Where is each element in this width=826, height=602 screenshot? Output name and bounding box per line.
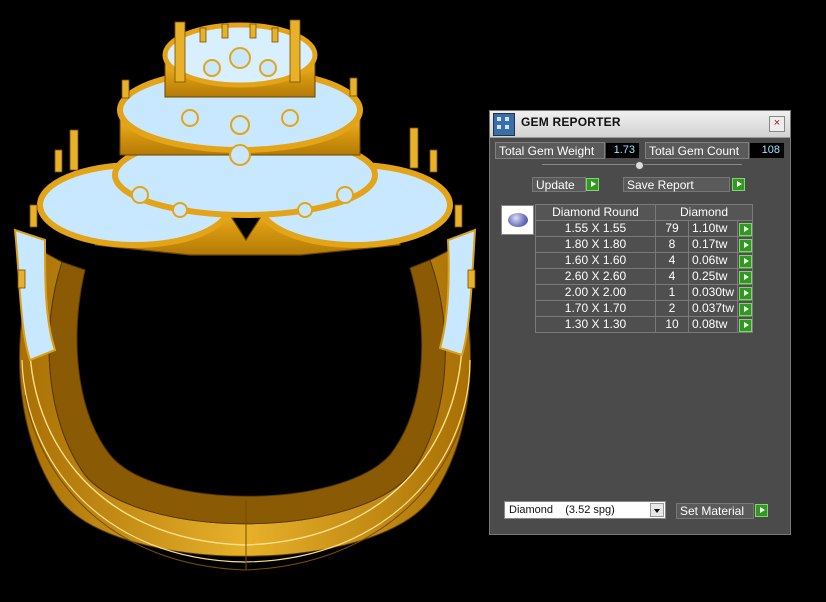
row-play-icon[interactable]: [739, 254, 753, 268]
close-icon[interactable]: ×: [769, 116, 785, 132]
total-gem-weight-value: 1.73: [606, 143, 639, 158]
panel-title: GEM REPORTER: [521, 115, 621, 129]
slider-knob[interactable]: [635, 161, 644, 170]
chevron-down-icon[interactable]: [650, 503, 664, 517]
gem-weight: 0.08tw: [687, 316, 739, 333]
gem-weight: 0.25tw: [687, 268, 739, 285]
row-play-icon[interactable]: [739, 302, 753, 316]
gem-count: 2: [655, 300, 689, 317]
oval-gem-icon: [508, 213, 528, 227]
row-play-icon[interactable]: [739, 270, 753, 284]
row-action[interactable]: [737, 252, 754, 269]
gem-size: 1.55 X 1.55: [535, 220, 656, 237]
update-play-icon[interactable]: [586, 178, 599, 191]
save-report-button[interactable]: Save Report: [623, 177, 730, 192]
row-play-icon[interactable]: [739, 286, 753, 300]
row-play-icon[interactable]: [739, 318, 753, 332]
gem-weight: 0.17tw: [687, 236, 739, 253]
gem-size: 2.60 X 2.60: [535, 268, 656, 285]
column-header-shape: Diamond Round: [535, 204, 656, 221]
row-play-icon[interactable]: [739, 222, 753, 236]
gem-reporter-app-icon: [493, 113, 515, 136]
save-report-play-icon[interactable]: [732, 178, 745, 191]
table-row[interactable]: 1.70 X 1.70 2 0.037tw: [535, 300, 754, 317]
gem-count: 8: [655, 236, 689, 253]
total-gem-weight-label: Total Gem Weight: [495, 142, 605, 159]
gem-size: 1.70 X 1.70: [535, 300, 656, 317]
table-row[interactable]: 2.60 X 2.60 4 0.25tw: [535, 268, 754, 285]
gem-count: 4: [655, 268, 689, 285]
row-action[interactable]: [737, 236, 754, 253]
material-select-value: Diamond (3.52 spg): [509, 504, 615, 516]
table-row[interactable]: 1.30 X 1.30 10 0.08tw: [535, 316, 754, 333]
gem-weight: 0.037tw: [687, 300, 739, 317]
column-header-material: Diamond: [654, 204, 754, 221]
row-action[interactable]: [737, 300, 754, 317]
row-action[interactable]: [737, 316, 754, 333]
table-row[interactable]: 1.80 X 1.80 8 0.17tw: [535, 236, 754, 253]
ring-model[interactable]: [13, 19, 477, 571]
update-button[interactable]: Update: [532, 177, 586, 192]
gem-size: 1.60 X 1.60: [535, 252, 656, 269]
total-gem-count-label: Total Gem Count: [645, 142, 749, 159]
gem-weight: 1.10tw: [687, 220, 739, 237]
gem-size: 1.30 X 1.30: [535, 316, 656, 333]
gem-count: 79: [655, 220, 689, 237]
set-material-button[interactable]: Set Material: [676, 503, 754, 519]
ring-inner-band: [48, 259, 446, 525]
gem-size: 2.00 X 2.00: [535, 284, 656, 301]
gem-table: Diamond Round Diamond 1.55 X 1.55 79 1.10t…: [535, 204, 754, 333]
set-material-play-icon[interactable]: [755, 504, 768, 517]
gem-count: 10: [655, 316, 689, 333]
gem-count: 1: [655, 284, 689, 301]
total-gem-count-value: 108: [750, 143, 784, 158]
gem-count: 4: [655, 252, 689, 269]
row-action[interactable]: [737, 268, 754, 285]
material-select[interactable]: Diamond (3.52 spg): [504, 501, 666, 519]
row-action[interactable]: [737, 220, 754, 237]
gem-reporter-panel: GEM REPORTER × Total Gem Weight 1.73 Tot…: [489, 110, 791, 535]
row-play-icon[interactable]: [739, 238, 753, 252]
gem-size: 1.80 X 1.80: [535, 236, 656, 253]
title-bar[interactable]: GEM REPORTER ×: [490, 111, 790, 138]
table-row[interactable]: 2.00 X 2.00 1 0.030tw: [535, 284, 754, 301]
table-row[interactable]: 1.55 X 1.55 79 1.10tw: [535, 220, 754, 237]
row-action[interactable]: [737, 284, 754, 301]
gem-weight: 0.06tw: [687, 252, 739, 269]
gem-shape-thumbnail[interactable]: [501, 205, 534, 235]
table-row[interactable]: 1.60 X 1.60 4 0.06tw: [535, 252, 754, 269]
gem-weight: 0.030tw: [687, 284, 739, 301]
